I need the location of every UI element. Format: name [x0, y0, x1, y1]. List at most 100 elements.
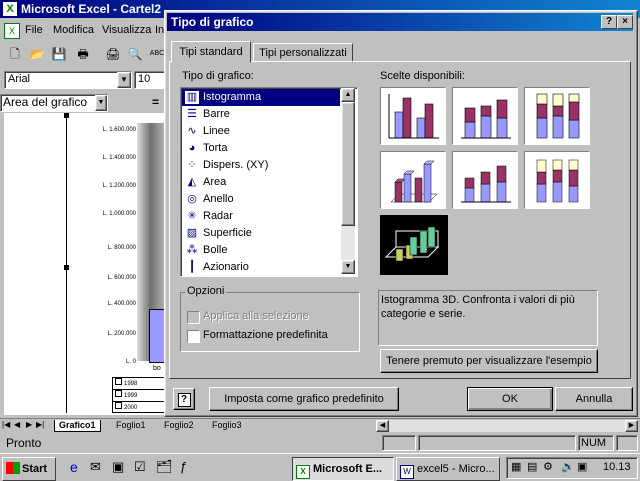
apply-selection-label: Applica alla selezione [203, 310, 309, 322]
column-chart-icon: ▥ [185, 91, 199, 104]
subtype-3d-clustered-column[interactable] [380, 151, 446, 209]
scroll-right-icon[interactable]: ▶ [625, 420, 638, 432]
chart-type-label: Dispers. (XY) [203, 159, 269, 171]
save-icon[interactable]: 💾 [50, 45, 68, 63]
standard-toolbar: 🗋 📂 💾 🖶 🖨 🔍 ABC [0, 43, 170, 65]
default-formatting-checkbox[interactable] [187, 330, 200, 343]
task-word[interactable]: Wexcel5 - Micro... [396, 457, 500, 481]
scroll-up-icon[interactable]: ▲ [341, 88, 355, 102]
tab-tipi-standard[interactable]: Tipi standard [171, 41, 251, 63]
clustered-column-3d-icon [390, 160, 438, 203]
status-bar: Pronto NUM [0, 433, 640, 453]
pie-chart-icon: ◕ [188, 142, 196, 154]
sheet-tab-foglio2[interactable]: Foglio2 [160, 420, 198, 431]
start-button[interactable]: Start [2, 457, 56, 481]
open-icon[interactable]: 📂 [28, 45, 46, 63]
search-icon[interactable]: 🔍 [126, 45, 144, 63]
desktop-icon[interactable]: ▣ [112, 459, 124, 475]
prev-sheet-icon[interactable]: ◀ [14, 420, 20, 429]
next-sheet-icon[interactable]: ▶ [26, 420, 32, 429]
explorer-icon[interactable]: 🗂 [156, 459, 173, 475]
clustered-column-icon [388, 94, 439, 139]
chart-type-item[interactable]: ☰ Barre [182, 106, 340, 123]
channels-icon[interactable]: ☑ [134, 459, 146, 475]
clock[interactable]: 10.13 [603, 461, 631, 473]
tray-icon[interactable]: ▦ [511, 460, 521, 473]
tray-icon[interactable]: ▣ [577, 460, 587, 473]
first-sheet-icon[interactable]: |◀ [2, 420, 10, 429]
chart-type-item[interactable]: ⁘ Dispers. (XY) [182, 157, 340, 174]
chart-type-label: Superficie [203, 227, 252, 239]
chart-type-list[interactable]: ▥ Istogramma ☰ Barre ∿ Linee ◕ Torta ⁘ Dispers. (… [180, 87, 358, 277]
chevron-down-icon[interactable]: ▼ [117, 72, 131, 88]
preview-button[interactable]: Tenere premuto per visualizzare l'esempi… [380, 349, 598, 373]
subtype-100-stacked-column[interactable] [524, 87, 590, 145]
equals-icon[interactable]: = [152, 95, 159, 109]
chevron-down-icon[interactable]: ▼ [95, 95, 107, 111]
scroll-left-icon[interactable]: ◀ [376, 420, 389, 432]
set-default-button[interactable]: Imposta come grafico predefinito [209, 387, 399, 411]
chart-type-item[interactable]: ▨ Superficie [182, 225, 340, 242]
outlook-icon[interactable]: ✉ [90, 459, 101, 475]
print-preview-icon[interactable]: 🖶 [74, 45, 92, 63]
help-icon[interactable]: ? [601, 15, 617, 29]
tab-tipi-personalizzati[interactable]: Tipi personalizzati [253, 43, 353, 63]
sheet-tab-foglio1[interactable]: Foglio1 [112, 420, 150, 431]
selection-handle[interactable] [64, 265, 69, 270]
menu-modifica[interactable]: Modifica [53, 20, 94, 40]
chart-type-item[interactable]: ┃ Azionario [182, 259, 340, 276]
ok-button[interactable]: OK [467, 387, 553, 411]
sheet-tab-foglio3[interactable]: Foglio3 [208, 420, 246, 431]
cancel-button[interactable]: Annulla [555, 387, 633, 411]
windows-logo-icon [6, 462, 20, 474]
task-excel[interactable]: X Microsoft E... [292, 457, 394, 481]
close-icon[interactable]: × [617, 15, 633, 29]
chart-type-item[interactable]: ∿ Linee [182, 123, 340, 140]
horizontal-scrollbar[interactable]: ◀ ▶ [376, 420, 638, 432]
subtype-3d-stacked-column[interactable] [452, 151, 518, 209]
excel-app-icon: X [3, 2, 17, 16]
scroll-down-icon[interactable]: ▼ [341, 260, 355, 274]
apply-selection-checkbox[interactable] [187, 311, 200, 324]
subtype-3d-100-stacked-column[interactable] [524, 151, 590, 209]
tool-icon[interactable]: ƒ [180, 459, 187, 474]
last-sheet-icon[interactable]: ▶| [36, 420, 44, 429]
menu-visualizza[interactable]: Visualizza [102, 20, 151, 40]
chart-type-item[interactable]: ⁂ Bolle [182, 242, 340, 259]
taskbar: Start e ✉ ▣ ☑ 🗂 ƒ X Microsoft E... Wexcel… [0, 453, 640, 481]
subtype-clustered-column[interactable] [380, 87, 446, 145]
tray-icon[interactable]: ⚙ [543, 460, 553, 473]
menu-inserisci[interactable]: In [155, 20, 164, 40]
vertical-scrollbar[interactable]: ▲ ▼ [341, 88, 355, 274]
subtype-3d-column[interactable] [380, 215, 448, 275]
chart-type-item[interactable]: ▥ Istogramma [182, 89, 340, 106]
sheet-tab-grafico1[interactable]: Grafico1 [54, 420, 101, 432]
subtype-stacked-column[interactable] [452, 87, 518, 145]
menu-file[interactable]: File [25, 20, 43, 40]
font-name-select[interactable]: Arial ▼ [4, 71, 132, 89]
print-icon[interactable]: 🖨 [104, 45, 122, 63]
sheet-tab-bar: |◀ ◀ ▶ ▶| Grafico1 Foglio1 Foglio2 Fogli… [0, 418, 640, 433]
percent-stacked-column-3d-icon [536, 159, 579, 203]
doc-icon[interactable]: X [4, 23, 20, 39]
selection-handle[interactable] [64, 113, 69, 118]
internet-explorer-icon[interactable]: e [70, 459, 78, 475]
chart-type-label: Barre [203, 108, 230, 120]
chart-type-item[interactable]: ◭ Area [182, 174, 340, 191]
volume-icon[interactable]: 🔊 [561, 460, 575, 473]
chart-type-item[interactable]: ✳ Radar [182, 208, 340, 225]
dialog-title-bar[interactable]: Tipo di grafico ? × [167, 13, 633, 31]
tray-icon[interactable]: ▤ [527, 460, 537, 473]
status-panel [418, 435, 576, 451]
y-tick-label: L. 200.000 [107, 331, 136, 337]
chart-type-label: Tipo di grafico: [182, 70, 254, 82]
chart-type-item[interactable]: ◕ Torta [182, 140, 340, 157]
chart-type-label: Bolle [203, 244, 228, 256]
help-button[interactable]: ? [173, 388, 195, 410]
radar-chart-icon: ✳ [187, 210, 197, 222]
scroll-thumb[interactable] [341, 102, 355, 226]
chart-type-label: Anello [203, 193, 234, 205]
name-box[interactable]: Area del grafico ▼ [0, 94, 108, 112]
new-icon[interactable]: 🗋 [6, 45, 24, 63]
chart-type-item[interactable]: ◎ Anello [182, 191, 340, 208]
